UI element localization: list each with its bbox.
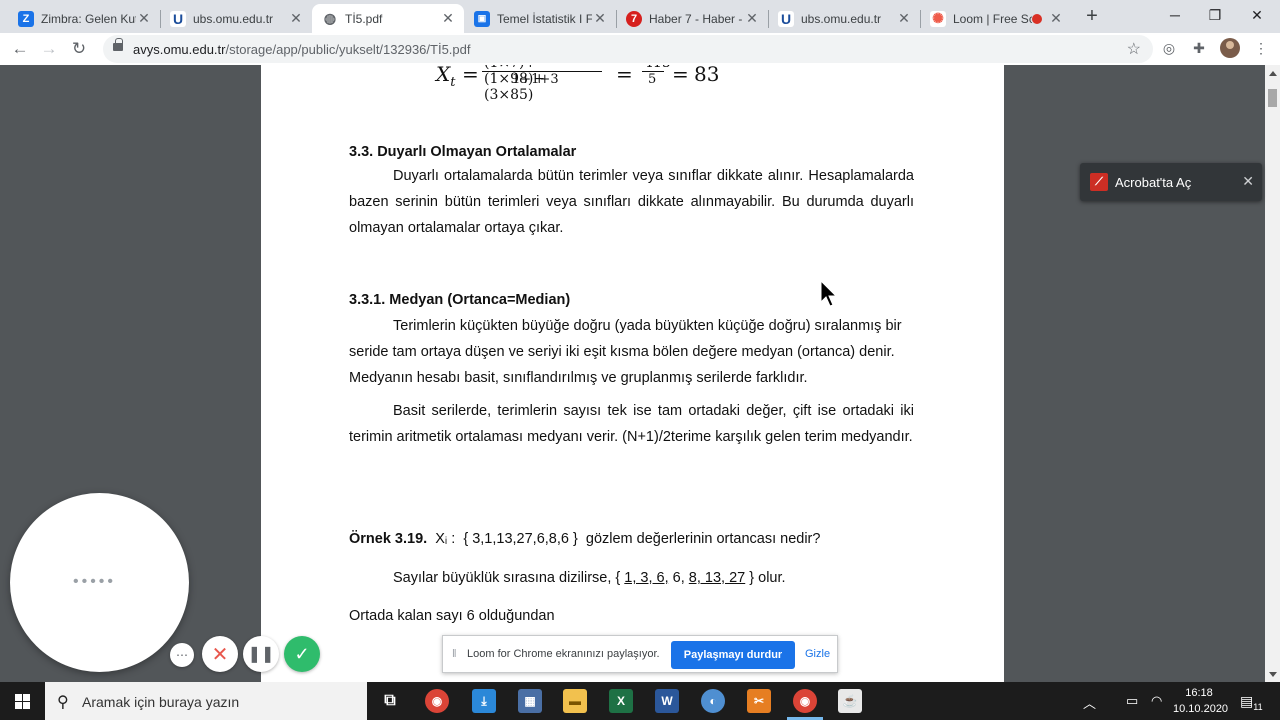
acrobat-open-label[interactable]: Acrobat'ta Aç — [1115, 175, 1191, 190]
windows-logo-icon — [15, 694, 22, 701]
globe-icon: ◍ — [322, 10, 338, 27]
back-button[interactable]: ← — [8, 37, 32, 61]
tab-close-icon[interactable]: ✕ — [592, 10, 608, 27]
minimize-button[interactable]: ─ — [1155, 2, 1195, 28]
address-bar[interactable]: avys.omu.edu.tr/storage/app/public/yukse… — [103, 35, 1153, 63]
tab-close-icon[interactable]: ✕ — [896, 10, 912, 27]
screen-share-bar: ‖ Loom for Chrome ekranınızı paylaşıyor.… — [442, 635, 838, 673]
tab-close-icon[interactable]: ✕ — [136, 10, 152, 27]
menu-kebab-icon[interactable]: ⋮ — [1252, 39, 1270, 57]
forward-button[interactable]: → — [37, 37, 61, 61]
wifi-icon[interactable]: ◠ — [1151, 693, 1162, 709]
close-window-button[interactable]: ✕ — [1237, 2, 1277, 28]
chrome-icon[interactable]: ◉ — [425, 689, 449, 713]
example-question: gözlem değerlerinin ortancası nedir? — [585, 531, 821, 547]
example-label: Örnek 3.19. — [349, 531, 428, 547]
acrobat-pdf-icon: ⟋ — [1090, 173, 1108, 191]
tab-loom[interactable]: ✺ Loom | Free Screen ✕ — [920, 4, 1072, 33]
omu-icon: U — [170, 10, 186, 27]
zimbra-icon: Z — [18, 10, 34, 27]
tab-zimbra[interactable]: Z Zimbra: Gelen Kutusu ✕ — [8, 4, 160, 33]
share-message: Loom for Chrome ekranınızı paylaşıyor. — [467, 648, 660, 660]
hide-link[interactable]: Gizle — [805, 648, 830, 660]
loom-cancel-button[interactable]: ✕ — [202, 636, 238, 672]
url-text[interactable]: avys.omu.edu.tr/storage/app/public/yukse… — [133, 42, 471, 57]
scroll-down-icon[interactable] — [1269, 672, 1277, 677]
start-button[interactable] — [0, 682, 44, 720]
file-explorer-icon[interactable]: ▬ — [563, 689, 587, 713]
windows-taskbar: ⚲ Aramak için buraya yazın ⧉ ◉ ⤓ ▦ ▬ X W… — [0, 682, 1280, 720]
search-icon: ⚲ — [57, 694, 69, 711]
tab-temel-istatistik[interactable]: ▣ Temel İstatistik I Fen ✕ — [464, 4, 616, 33]
paragraph-3-3: Duyarlı ortalamalarda bütün terimler vey… — [349, 168, 914, 236]
task-view-icon[interactable]: ⧉ — [378, 689, 402, 713]
vertical-scrollbar[interactable] — [1265, 65, 1280, 682]
paragraph-medyan-2: Basit serilerde, terimlerin sayısı tek i… — [349, 403, 914, 445]
sorted-mid: 6, — [672, 570, 685, 586]
new-tab-button[interactable]: + — [1081, 6, 1103, 28]
remaining-line: Ortada kalan sayı 6 olduğundan — [349, 608, 555, 624]
excel-icon[interactable]: X — [609, 689, 633, 713]
example-set: { 3,1,13,27,6,8,6 } — [463, 531, 578, 547]
mouse-cursor-icon — [820, 280, 838, 307]
battery-icon[interactable]: ▭ — [1126, 693, 1138, 709]
show-hidden-icons-icon[interactable]: ︿ — [1083, 693, 1096, 712]
tab-haber7[interactable]: 7 Haber 7 - Haber - Son ✕ — [616, 4, 768, 33]
tab-close-icon[interactable]: ✕ — [744, 10, 760, 27]
chrome-active-icon[interactable]: ◉ — [793, 689, 817, 713]
pdf-page: Xt = (1×7)+(1×98)+(3×85) 1+1+3 = 415 5 =… — [261, 65, 1004, 682]
stop-sharing-button[interactable]: Paylaşmayı durdur — [671, 641, 795, 669]
example-xi: Xᵢ : — [435, 531, 456, 547]
scroll-up-icon[interactable] — [1269, 71, 1277, 76]
tab-ti5-pdf[interactable]: ◍ Tİ5.pdf ✕ — [312, 4, 464, 33]
pdf-viewer[interactable]: Xt = (1×7)+(1×98)+(3×85) 1+1+3 = 415 5 =… — [0, 65, 1265, 682]
word-icon[interactable]: W — [655, 689, 679, 713]
browser-toolbar: ← → ↻ avys.omu.edu.tr/storage/app/public… — [0, 33, 1280, 65]
heading-3-3-1: 3.3.1. Medyan (Ortanca=Median) — [349, 292, 571, 308]
tab-ubs-2[interactable]: U ubs.omu.edu.tr ✕ — [768, 4, 920, 33]
bookmark-star-icon[interactable]: ☆ — [1127, 39, 1141, 59]
scroll-thumb[interactable] — [1268, 89, 1277, 107]
lock-icon[interactable] — [113, 38, 123, 51]
loom-camera-bubble[interactable]: ••••• — [10, 493, 189, 672]
heading-3-3: 3.3. Duyarlı Olmayan Ortalamalar — [349, 144, 577, 160]
acrobat-open-popup[interactable]: ⟋ Acrobat'ta Aç ✕ — [1080, 163, 1262, 201]
extensions-puzzle-icon[interactable]: ✚ — [1190, 39, 1208, 57]
sorted-line: Sayılar büyüklük sırasına dizilirse, { 1… — [393, 570, 786, 586]
acrobat-close-icon[interactable]: ✕ — [1242, 173, 1254, 190]
loom-finish-button[interactable]: ✓ — [284, 636, 320, 672]
calculator-icon[interactable]: ▦ — [518, 689, 542, 713]
sorted-left: 1, 3, 6, — [624, 570, 669, 586]
tab-ubs-1[interactable]: U ubs.omu.edu.tr ✕ — [160, 4, 312, 33]
loom-pause-button[interactable]: ❚❚ — [243, 636, 279, 672]
sorted-right: 8, 13, 27 — [688, 570, 746, 586]
example-3-19: Örnek 3.19. Xᵢ : { 3,1,13,27,6,8,6 } göz… — [349, 526, 820, 552]
loom-more-button[interactable]: ⋯ — [170, 643, 194, 667]
restore-button[interactable]: ❐ — [1195, 2, 1235, 28]
haber7-icon: 7 — [626, 10, 642, 27]
paragraph-medyan-1: Terimlerin küçükten büyüğe doğru (yada b… — [349, 318, 902, 386]
downloads-app-icon[interactable]: ⤓ — [472, 689, 496, 713]
profile-avatar[interactable] — [1220, 38, 1240, 58]
taskbar-clock[interactable]: 16:18 10.10.2020 — [1173, 685, 1228, 717]
tab-close-icon[interactable]: ✕ — [288, 10, 304, 27]
loading-dots-icon: ••••• — [73, 573, 117, 590]
tab-strip: Z Zimbra: Gelen Kutusu ✕ U ubs.omu.edu.t… — [0, 0, 1280, 33]
tab-close-icon[interactable]: ✕ — [1048, 10, 1064, 27]
extension-icon[interactable]: ◎ — [1160, 39, 1178, 57]
recording-indicator-icon — [1032, 13, 1042, 24]
taskbar-search[interactable]: ⚲ Aramak için buraya yazın — [45, 682, 367, 720]
notifications-icon[interactable]: ▤11 — [1240, 693, 1263, 712]
omu-icon: U — [778, 10, 794, 27]
contact-card-icon: ▣ — [474, 10, 490, 27]
reload-button[interactable]: ↻ — [67, 37, 91, 61]
snip-tool-icon[interactable]: ✂ — [747, 689, 771, 713]
loom-icon: ✺ — [930, 10, 946, 27]
drag-handle-icon[interactable]: ‖ — [452, 648, 457, 660]
app-globe-icon[interactable]: ◐ — [701, 689, 725, 713]
java-icon[interactable]: ☕ — [838, 689, 862, 713]
tab-close-icon[interactable]: ✕ — [440, 10, 456, 27]
